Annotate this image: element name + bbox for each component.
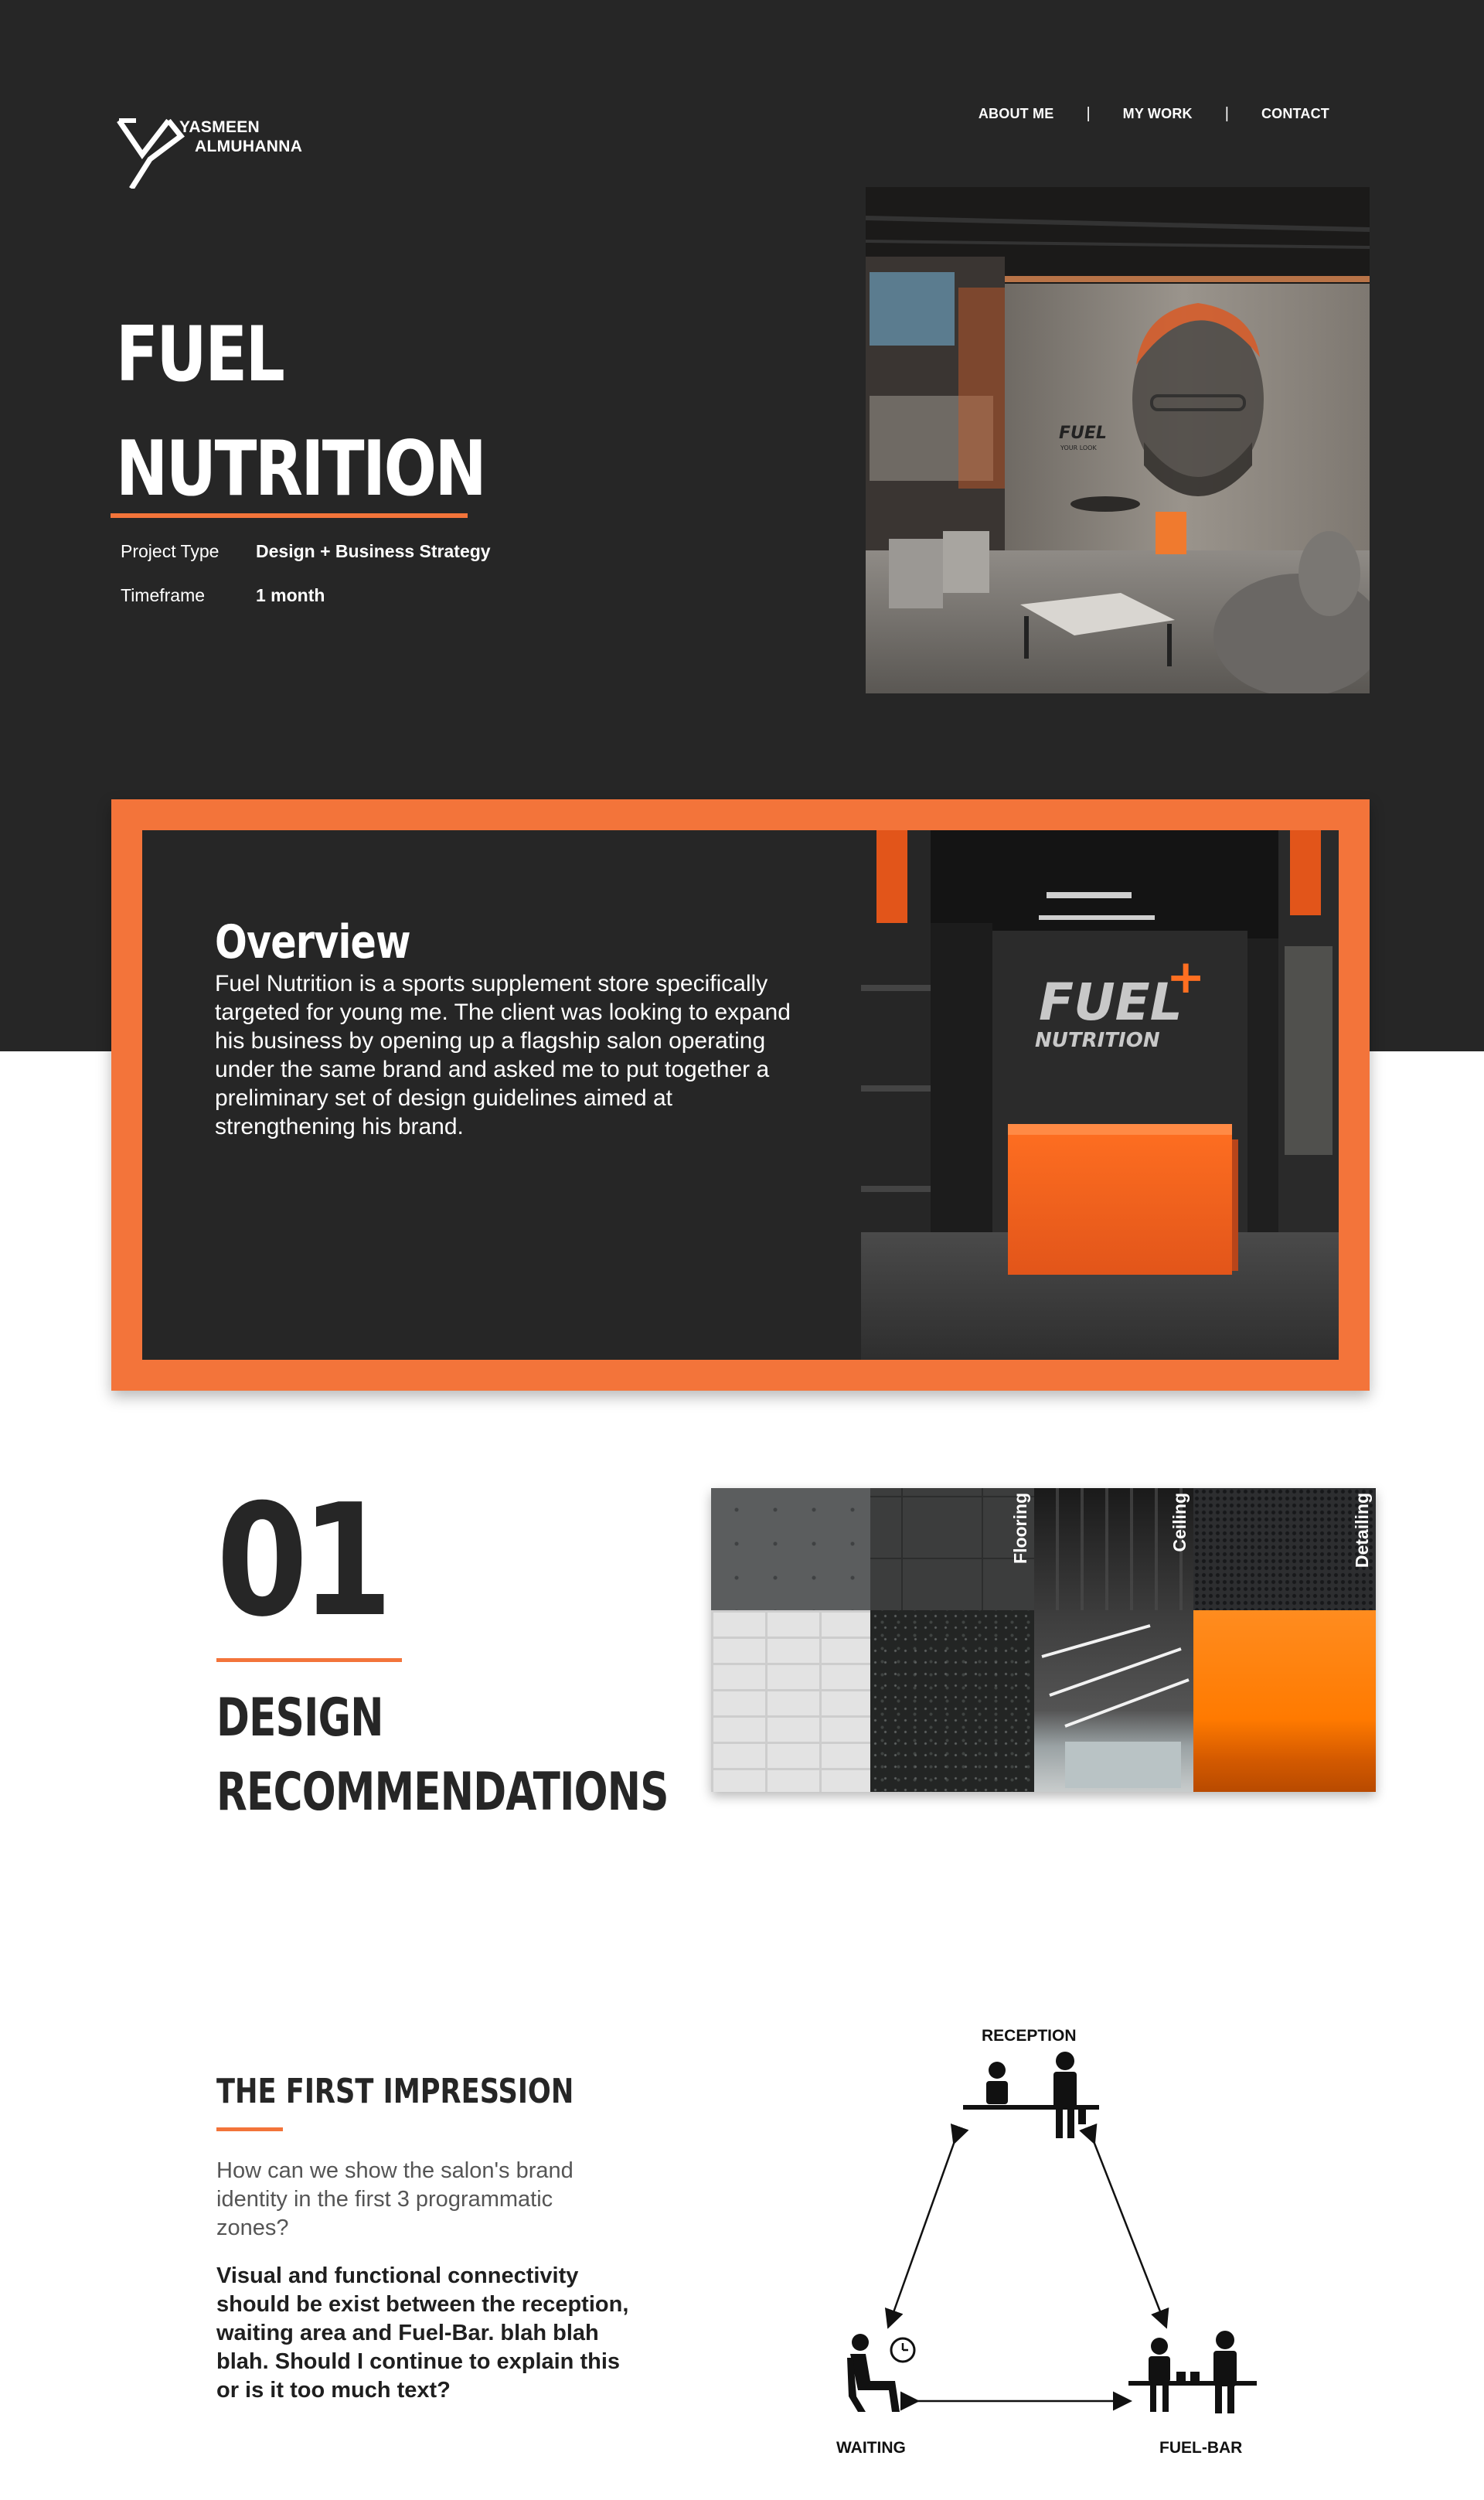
first-impression-underline	[216, 2127, 283, 2131]
page-title: FUEL NUTRITION	[116, 298, 487, 526]
reception-label: RECEPTION	[982, 2027, 1077, 2045]
fuel-bar-icon	[1128, 2331, 1257, 2413]
page-title-line2: NUTRITION	[116, 425, 487, 513]
brand-name: YASMEEN ALMUHANNA	[179, 118, 302, 156]
arrow-reception-waiting	[884, 2123, 969, 2329]
store-sign-nutrition: NUTRITION	[1035, 1029, 1160, 1052]
section-heading-line1: DESIGN	[216, 1688, 384, 1749]
mural-fuel-text: FUEL	[1059, 424, 1107, 443]
overview-title: Overview	[215, 915, 411, 969]
mural-fuel-subtext: YOUR LOOK	[1060, 444, 1097, 451]
nav-my-work[interactable]: MY WORK	[1123, 106, 1193, 122]
orange-acrylic-swatch	[1193, 1610, 1376, 1792]
brand-first-name: YASMEEN	[179, 118, 260, 136]
nav-separator: |	[1086, 105, 1091, 122]
first-impression-question: How can we show the salon's brand identi…	[216, 2158, 574, 2240]
hero-interior-image: FUEL YOUR LOOK	[866, 187, 1370, 693]
store-sign-fuel: FUEL	[1039, 972, 1183, 1032]
terrazzo-swatch	[870, 1610, 1034, 1792]
detailing-label: Detailing	[1352, 1493, 1372, 1568]
concrete-swatch	[711, 1488, 870, 1610]
waiting-label: WAITING	[836, 2439, 906, 2457]
waiting-icon	[847, 2334, 916, 2412]
main-nav: ABOUT ME | MY WORK | CONTACT	[979, 105, 1329, 123]
section-heading: DESIGN RECOMMENDATIONS	[216, 1681, 669, 1830]
title-underline	[111, 513, 468, 518]
overview-card: Overview Fuel Nutrition is a sports supp…	[111, 799, 1370, 1391]
ceiling-swatch: Ceiling	[1034, 1488, 1193, 1610]
linear-lighting-swatch	[1034, 1610, 1193, 1792]
flooring-label: Flooring	[1010, 1493, 1030, 1564]
overview-card-inner: Overview Fuel Nutrition is a sports supp…	[142, 830, 1339, 1360]
nav-separator: |	[1224, 105, 1229, 122]
arrow-reception-fuelbar	[1079, 2123, 1169, 2329]
timeframe-label: Timeframe	[121, 585, 206, 605]
overview-store-image: FUEL NUTRITION +	[861, 830, 1339, 1360]
detailing-swatch: Detailing	[1193, 1488, 1376, 1610]
fuel-bar-label: FUEL-BAR	[1159, 2439, 1243, 2457]
brand-logo[interactable]: YASMEEN ALMUHANNA	[116, 114, 302, 189]
section-heading-line2: RECOMMENDATIONS	[216, 1762, 669, 1823]
project-type-label: Project Type	[121, 541, 220, 561]
store-sign-plus: +	[1166, 950, 1205, 1004]
materials-moodboard: Flooring Ceiling Detailing	[711, 1488, 1376, 1792]
ceiling-label: Ceiling	[1169, 1493, 1190, 1552]
page-title-line1: FUEL	[116, 311, 285, 399]
logo-mark-icon	[117, 118, 185, 189]
first-impression-title: THE FIRST IMPRESSION	[216, 2072, 574, 2111]
timeframe-value: 1 month	[256, 585, 325, 605]
nav-contact[interactable]: CONTACT	[1261, 106, 1329, 122]
zones-diagram: RECEPTION WAITING FUEL-BAR	[819, 2018, 1298, 2462]
brand-last-name: ALMUHANNA	[195, 138, 303, 155]
section-number: 01	[216, 1471, 393, 1651]
white-brick-swatch	[711, 1610, 870, 1792]
section-number-underline	[216, 1658, 402, 1662]
flooring-swatch: Flooring	[870, 1488, 1034, 1610]
overview-text: Fuel Nutrition is a sports supplement st…	[215, 971, 791, 1139]
project-type-value: Design + Business Strategy	[256, 541, 491, 561]
reception-icon	[963, 2052, 1099, 2138]
nav-about-me[interactable]: ABOUT ME	[979, 106, 1054, 122]
first-impression-body: Visual and functional connectivity shoul…	[216, 2263, 629, 2403]
